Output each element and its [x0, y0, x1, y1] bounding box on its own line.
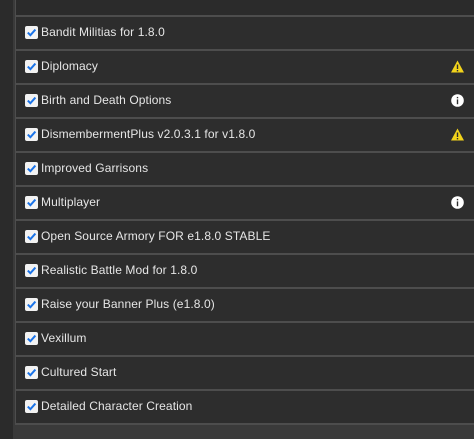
mod-checkbox[interactable]	[25, 162, 38, 175]
mod-row[interactable]: Diplomacy	[15, 51, 474, 85]
mod-name: Open Source Armory FOR e1.8.0 STABLE	[41, 229, 271, 243]
warning-icon[interactable]	[450, 127, 465, 142]
list-top-strip	[15, 0, 474, 17]
mod-name: Vexillum	[41, 331, 87, 345]
mod-row[interactable]: Raise your Banner Plus (e1.8.0)	[15, 289, 474, 323]
mod-name: Realistic Battle Mod for 1.8.0	[41, 263, 198, 277]
mod-row[interactable]: Realistic Battle Mod for 1.8.0	[15, 255, 474, 289]
mod-checkbox[interactable]	[25, 298, 38, 311]
checkmark-icon	[27, 164, 37, 173]
mod-checkbox[interactable]	[25, 366, 38, 379]
checkmark-icon	[27, 334, 37, 343]
mod-name: Cultured Start	[41, 365, 117, 379]
mod-row[interactable]: DismembermentPlus v2.0.3.1 for v1.8.0	[15, 119, 474, 153]
checkmark-icon	[27, 96, 37, 105]
checkmark-icon	[27, 62, 37, 71]
mod-list-window: Bandit Militias for 1.8.0 Diplomacy Birt…	[0, 0, 474, 439]
mod-name: Raise your Banner Plus (e1.8.0)	[41, 297, 215, 311]
mod-checkbox[interactable]	[25, 60, 38, 73]
mod-name: DismembermentPlus v2.0.3.1 for v1.8.0	[41, 127, 256, 141]
mod-row[interactable]: Multiplayer	[15, 187, 474, 221]
mod-row[interactable]: Birth and Death Options	[15, 85, 474, 119]
info-icon[interactable]	[450, 93, 465, 108]
checkmark-icon	[27, 28, 37, 37]
mod-name: Bandit Militias for 1.8.0	[41, 25, 165, 39]
mod-row[interactable]: Bandit Militias for 1.8.0	[15, 17, 474, 51]
mod-checkbox[interactable]	[25, 26, 38, 39]
checkmark-icon	[27, 368, 37, 377]
mod-checkbox[interactable]	[25, 400, 38, 413]
info-icon[interactable]	[450, 195, 465, 210]
mod-row[interactable]: Vexillum	[15, 323, 474, 357]
mod-name: Diplomacy	[41, 59, 98, 73]
checkmark-icon	[27, 130, 37, 139]
mod-name: Improved Garrisons	[41, 161, 149, 175]
mod-checkbox[interactable]	[25, 264, 38, 277]
mod-row[interactable]: Improved Garrisons	[15, 153, 474, 187]
mod-name: Birth and Death Options	[41, 93, 172, 107]
mod-checkbox[interactable]	[25, 332, 38, 345]
mod-checkbox[interactable]	[25, 94, 38, 107]
left-gutter	[0, 0, 13, 439]
checkmark-icon	[27, 266, 37, 275]
mod-checkbox[interactable]	[25, 230, 38, 243]
checkmark-icon	[27, 198, 37, 207]
mod-checkbox[interactable]	[25, 196, 38, 209]
checkmark-icon	[27, 300, 37, 309]
mod-row[interactable]: Cultured Start	[15, 357, 474, 391]
mod-list: Bandit Militias for 1.8.0 Diplomacy Birt…	[15, 0, 474, 425]
mod-row[interactable]: Detailed Character Creation	[15, 391, 474, 425]
checkmark-icon	[27, 402, 37, 411]
mod-row[interactable]: Open Source Armory FOR e1.8.0 STABLE	[15, 221, 474, 255]
mod-name: Multiplayer	[41, 195, 101, 209]
mod-name: Detailed Character Creation	[41, 399, 193, 413]
warning-icon[interactable]	[450, 59, 465, 74]
mod-checkbox[interactable]	[25, 128, 38, 141]
checkmark-icon	[27, 232, 37, 241]
